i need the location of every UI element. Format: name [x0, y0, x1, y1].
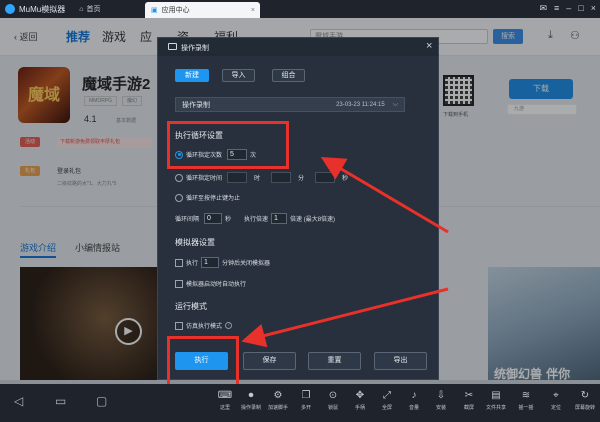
toolbar-item-label: 加速脚手: [267, 405, 288, 411]
location-icon: ⌖: [553, 390, 559, 401]
toolbar-item-label: 这里: [219, 405, 230, 411]
toolbar-item[interactable]: ≋ 摇一摇: [515, 390, 537, 411]
toolbar-item[interactable]: ❐ 多开: [295, 390, 317, 411]
toolbar-item-label: 锁鼠: [327, 405, 338, 411]
arrow-to-loop-settings: [320, 156, 449, 234]
toolbar-item-label: 安装: [435, 405, 446, 411]
keyboard-icon: ⌨: [217, 390, 233, 401]
toolbar-item-recording[interactable]: ⏺ 操作录制: [240, 390, 262, 411]
toolbar-item[interactable]: ⌖ 定位: [545, 390, 567, 411]
toolbar-item[interactable]: ✂ 截屏: [458, 390, 480, 411]
arrow-to-run-button: [241, 287, 449, 348]
toolbar-item[interactable]: ⤢ 全屏: [376, 390, 398, 411]
toolbar-item-label: 屏幕旋转: [574, 405, 595, 411]
mouse-lock-icon: ⊙: [328, 390, 338, 401]
toolbar-item[interactable]: ⇩ 安装: [430, 390, 452, 411]
toolbar-item-label: 截屏: [463, 405, 474, 411]
rotate-icon: ↻: [580, 390, 590, 401]
toolbar-item-label: 多开: [300, 405, 311, 411]
toolbar-item[interactable]: ♪ 音量: [403, 390, 425, 411]
install-icon: ⇩: [436, 390, 446, 401]
screenshot-icon: ✂: [464, 390, 474, 401]
gamepad-icon: ✥: [355, 390, 365, 401]
toolbar-item-label: 摇一摇: [518, 405, 534, 411]
toolbar-item-label: 操作录制: [240, 405, 261, 411]
file-share-icon: ▤: [491, 390, 501, 401]
back-nav-icon[interactable]: ◁: [14, 394, 23, 408]
toolbar-item[interactable]: ⊙ 锁鼠: [322, 390, 344, 411]
toolbar-item-label: 手柄: [354, 405, 365, 411]
toolbar-item[interactable]: ⚙ 加速脚手: [267, 390, 289, 411]
toolbar-item-label: 文件共享: [485, 405, 506, 411]
record-icon: ⏺: [248, 390, 254, 401]
fullscreen-icon: ⤢: [383, 390, 391, 401]
toolbar-item[interactable]: ↻ 屏幕旋转: [574, 390, 596, 411]
emulator-bottom-toolbar: ◁ ▭ ▢ ⌨ 这里 ⏺ 操作录制 ⚙ 加速脚手 ❐ 多开 ⊙ 锁鼠 ✥ 手柄 ⤢ 全屏 ♪ 音…: [0, 384, 600, 422]
speed-icon: ⚙: [273, 390, 283, 401]
toolbar-item-label: 音量: [408, 405, 419, 411]
shake-icon: ≋: [521, 390, 531, 401]
toolbar-item[interactable]: ⌨ 这里: [214, 390, 236, 411]
home-nav-icon[interactable]: ▭: [55, 394, 66, 408]
recents-nav-icon[interactable]: ▢: [96, 394, 107, 408]
multi-instance-icon: ❐: [301, 390, 311, 401]
toolbar-item-label: 全屏: [381, 405, 392, 411]
volume-icon: ♪: [411, 390, 417, 401]
toolbar-item[interactable]: ✥ 手柄: [349, 390, 371, 411]
toolbar-item-label: 定位: [550, 405, 561, 411]
toolbar-item[interactable]: ▤ 文件共享: [485, 390, 507, 411]
annotation-arrows: [241, 156, 449, 348]
